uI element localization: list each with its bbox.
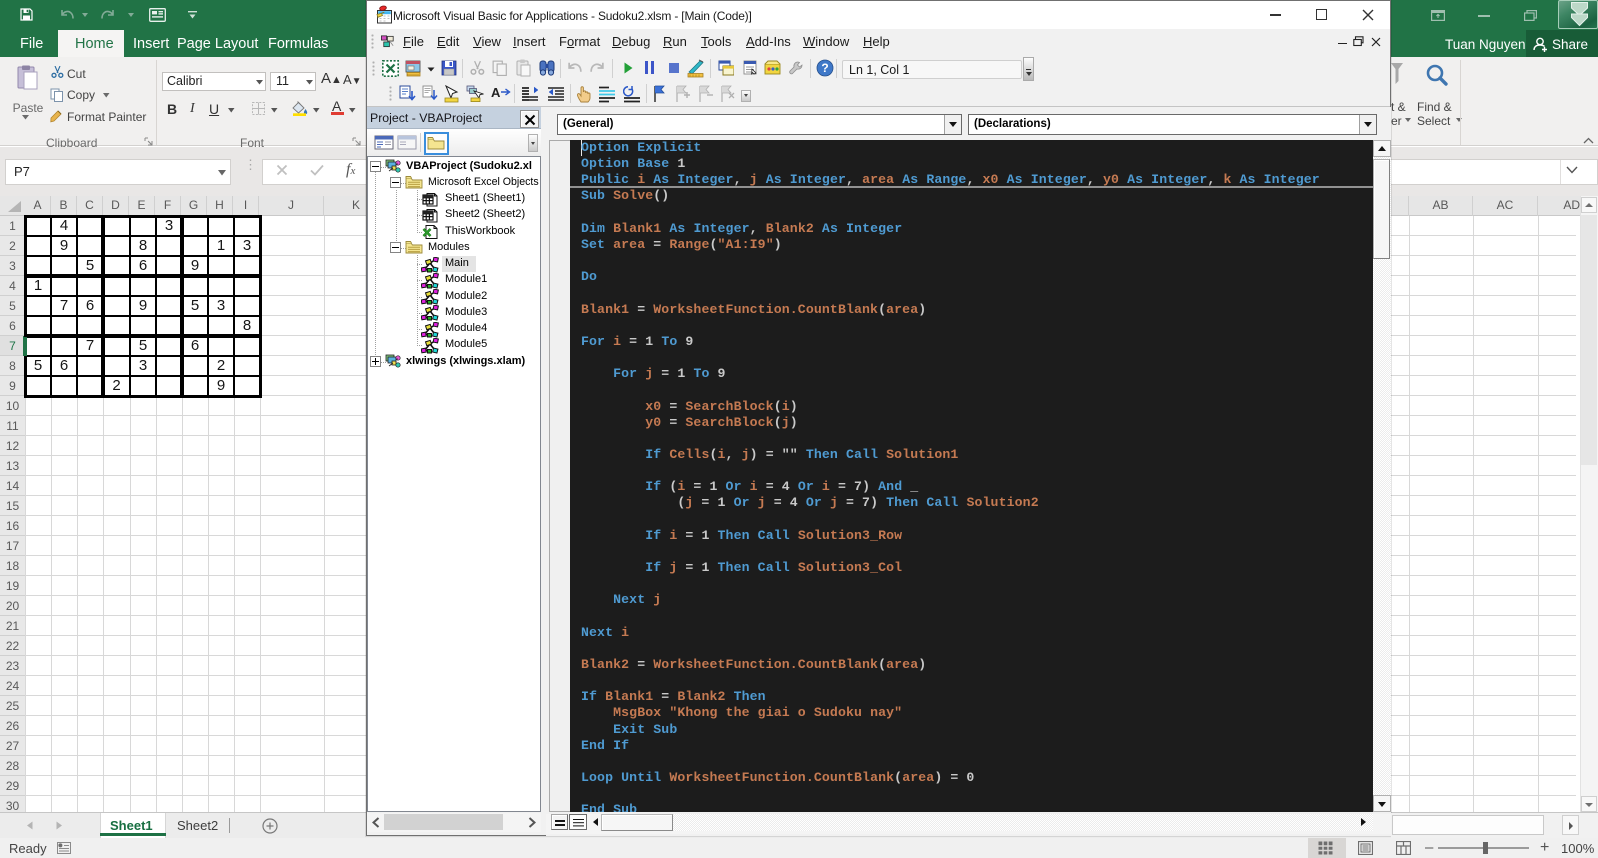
svg-text:?: ? [821, 61, 828, 75]
